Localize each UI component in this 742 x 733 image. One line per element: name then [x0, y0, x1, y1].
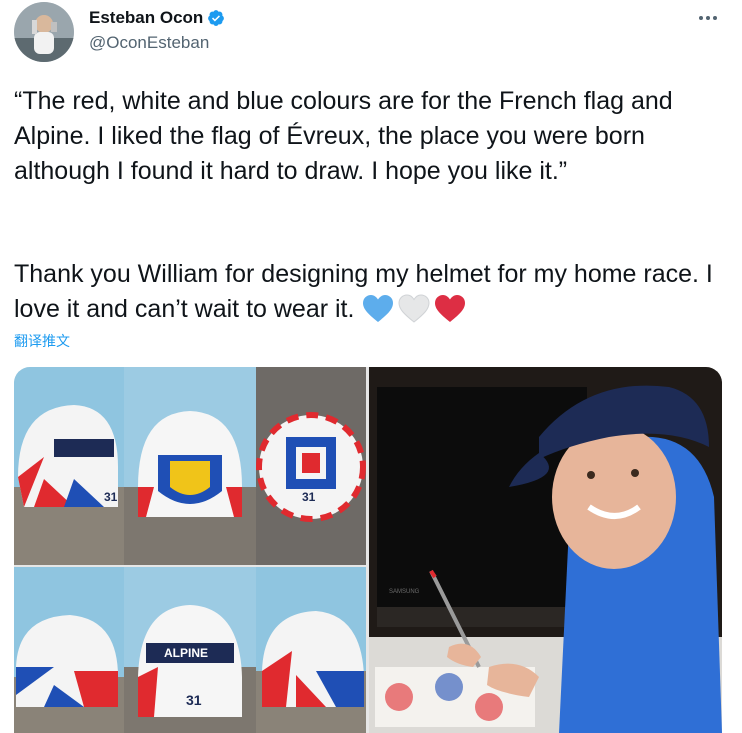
helmet-image: [14, 567, 124, 733]
helmet-image: 31: [14, 367, 124, 565]
translate-tweet-link[interactable]: 翻译推文: [14, 331, 70, 351]
helmet-number: 31: [186, 692, 202, 708]
tweet-paragraph-2: Thank you William for designing my helme…: [14, 257, 726, 327]
verified-badge-icon: [208, 10, 225, 26]
helmet-image: 31: [256, 367, 366, 565]
monitor-brand-text: SAMSUNG: [389, 589, 420, 595]
helmet-image: [256, 567, 366, 733]
helmet-photo-4[interactable]: [14, 567, 124, 733]
display-name[interactable]: Esteban Ocon: [89, 8, 203, 28]
author-handle[interactable]: @OconEsteban: [89, 33, 209, 53]
hearts-emoji: [362, 294, 466, 324]
more-icon: [699, 16, 717, 20]
helmet-photo-1[interactable]: 31: [14, 367, 124, 565]
helmet-number: 31: [104, 490, 118, 504]
boy-drawing-photo[interactable]: SAMSUNG: [369, 367, 722, 733]
boy-photo-image: SAMSUNG: [369, 367, 722, 733]
helmet-photo-2[interactable]: [124, 367, 256, 565]
helmet-photo-3[interactable]: 31: [256, 367, 366, 565]
more-options-button[interactable]: [696, 6, 720, 30]
helmet-image: [124, 367, 256, 565]
blue-heart-icon: [363, 295, 394, 322]
helmet-photo-grid: 31 31 ALPINE 31: [14, 367, 366, 733]
helmet-number: 31: [302, 490, 316, 504]
avatar[interactable]: [14, 2, 74, 62]
helmet-photo-5[interactable]: ALPINE 31: [124, 567, 256, 733]
helmet-image: ALPINE 31: [124, 567, 256, 733]
white-heart-icon: [398, 294, 430, 323]
avatar-photo: [14, 2, 74, 62]
red-heart-icon: [435, 295, 466, 322]
tweet-paragraph-1: “The red, white and blue colours are for…: [14, 87, 679, 185]
helmet-brand-text: ALPINE: [164, 646, 208, 660]
helmet-photo-6[interactable]: [256, 567, 366, 733]
author-name-row[interactable]: Esteban Ocon: [89, 8, 225, 28]
media-gallery: 31 31 ALPINE 31 SAMSUNG: [14, 367, 722, 733]
